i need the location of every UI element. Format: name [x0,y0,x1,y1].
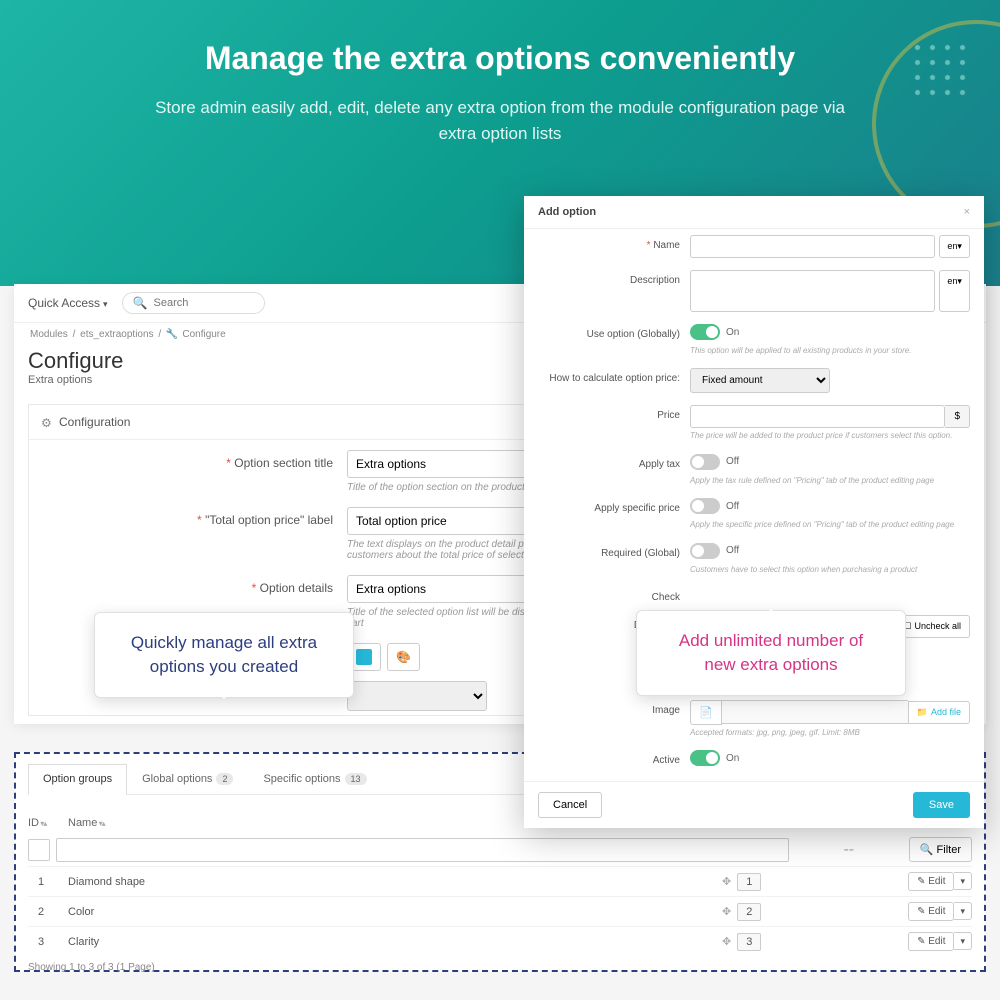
row-name: Diamond shape [68,876,722,888]
drag-icon[interactable]: ✥ [722,905,731,918]
edit-button[interactable]: ✎ Edit [908,902,954,921]
label-description: Description [538,270,690,286]
table-row: 3 Clarity ✥ 3 ✎ Edit▾ [28,926,972,956]
tab-specific-options[interactable]: Specific options13 [248,764,381,794]
row-position: 1 [737,873,761,891]
select-all-checkbox[interactable] [28,839,50,861]
filter-row: -- 🔍 Filter [28,833,972,866]
row-name: Clarity [68,936,722,948]
label-check: Check [538,587,690,603]
pagination-info: Showing 1 to 3 of 3 (1 Page) [28,962,972,973]
search-wrap: 🔍 [122,292,265,314]
label-image: Image [538,700,690,716]
search-input[interactable] [154,297,254,309]
row-actions-dropdown[interactable]: ▾ [954,932,972,950]
label-total-price: "Total option price" label [47,507,347,527]
gear-icon [41,416,53,428]
price-unit: $ [945,405,970,428]
table-row: 1 Diamond shape ✥ 1 ✎ Edit▾ [28,866,972,896]
row-position: 2 [737,903,761,921]
input-name[interactable] [690,235,935,258]
label-required: Required (Global) [538,543,690,559]
file-icon: 📄 [690,700,722,725]
add-file-button[interactable]: 📁 Add file [908,701,970,724]
add-option-modal: Add option × Name en▾ Description en▾ Us… [524,196,984,828]
toggle-required[interactable] [690,543,720,559]
select-extra[interactable] [347,681,487,711]
wrench-icon: 🔧 [166,329,178,340]
tab-global-options[interactable]: Global options2 [127,764,248,794]
label-option-section-title: Option section title [47,450,347,470]
save-button[interactable]: Save [913,792,970,818]
breadcrumb-ets[interactable]: ets_extraoptions [80,329,153,340]
label-calc: How to calculate option price: [538,368,690,384]
toggle-use-global[interactable] [690,324,720,340]
toggle-active[interactable] [690,750,720,766]
row-position: 3 [737,933,761,951]
palette-icon: 🎨 [396,650,411,664]
row-id: 2 [28,906,68,918]
label-price: Price [538,405,690,421]
lang-select-desc[interactable]: en▾ [939,270,970,312]
filter-button[interactable]: 🔍 Filter [909,837,972,862]
file-path [722,700,908,724]
label-name: Name [538,235,690,251]
breadcrumb-configure[interactable]: Configure [182,329,225,340]
row-name: Color [68,906,722,918]
config-heading-text: Configuration [59,415,130,429]
label-apply-tax: Apply tax [538,454,690,470]
search-icon: 🔍 [133,296,148,310]
table-row: 2 Color ✥ 2 ✎ Edit▾ [28,896,972,926]
row-actions-dropdown[interactable]: ▾ [954,902,972,920]
callout-add: Add unlimited number of new extra option… [636,610,906,696]
label-active: Active [538,750,690,766]
input-price[interactable] [690,405,945,428]
callout-manage: Quickly manage all extra options you cre… [94,612,354,698]
toggle-apply-specific[interactable] [690,498,720,514]
toggle-apply-tax[interactable] [690,454,720,470]
input-description[interactable] [690,270,935,312]
col-id[interactable]: ID [28,817,68,829]
color-picker-button[interactable]: 🎨 [387,643,420,671]
select-calc[interactable]: Fixed amount [690,368,830,393]
row-id: 1 [28,876,68,888]
drag-icon[interactable]: ✥ [722,875,731,888]
close-icon[interactable]: × [964,206,970,218]
hero-title: Manage the extra options conveniently [60,40,940,77]
label-apply-specific: Apply specific price [538,498,690,514]
edit-button[interactable]: ✎ Edit [908,872,954,891]
breadcrumb-modules[interactable]: Modules [30,329,68,340]
lang-select-name[interactable]: en▾ [939,235,970,258]
edit-button[interactable]: ✎ Edit [908,932,954,951]
label-use-global: Use option (Globally) [538,324,690,340]
cancel-button[interactable]: Cancel [538,792,602,818]
quick-access-dropdown[interactable]: Quick Access [28,296,108,310]
label-option-details: Option details [47,575,347,595]
row-actions-dropdown[interactable]: ▾ [954,872,972,890]
drag-icon[interactable]: ✥ [722,935,731,948]
filter-input[interactable] [56,838,789,862]
tab-option-groups[interactable]: Option groups [28,764,127,795]
row-id: 3 [28,936,68,948]
modal-title: Add option [538,206,596,218]
hero-subtitle: Store admin easily add, edit, delete any… [140,95,860,146]
filter-pos-dash: -- [795,841,903,859]
